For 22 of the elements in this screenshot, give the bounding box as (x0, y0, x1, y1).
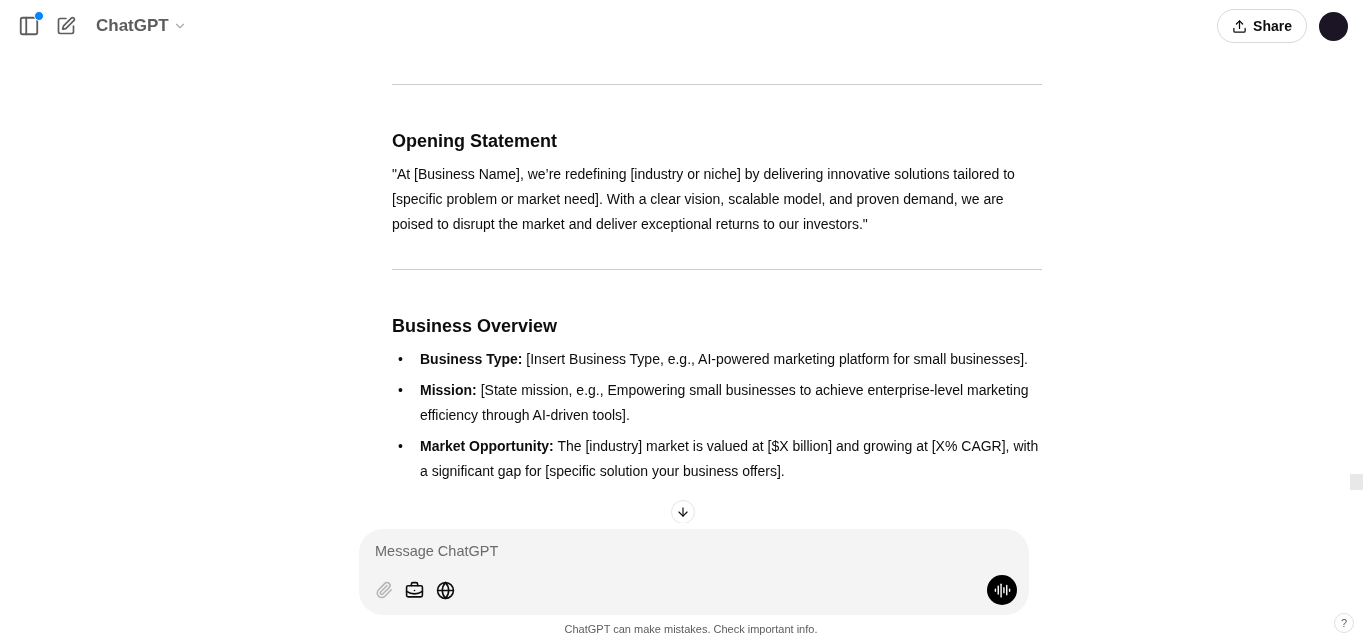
waveform-icon (993, 581, 1011, 599)
message-input[interactable]: Message ChatGPT (375, 543, 1017, 559)
bullet-text: Market Opportunity: The [industry] market is valued at [$X billion] and growing at [X% CAGR], with a significant gap for [specific solution your business offers]. (420, 437, 1040, 481)
share-button[interactable]: Share (1217, 9, 1307, 43)
voice-button[interactable] (987, 575, 1017, 605)
section-heading: Opening Statement (392, 131, 558, 152)
bullet-marker: • (397, 381, 404, 400)
scroll-down-button[interactable] (671, 500, 695, 523)
briefcase-icon[interactable] (405, 580, 424, 600)
disclaimer: ChatGPT can make mistakes. Check important info. (564, 623, 818, 635)
model-selector[interactable]: ChatGPT (92, 16, 191, 36)
paragraph: "At [Business Name], we’re redefining [industry or niche] by delivering innovative solutions tailored to [specific problem or market need]. With a clear vision, scalable model, and proven demand, we are poised to disrupt the market and deliver exceptional returns to our investors." (392, 165, 1016, 234)
upload-icon (1232, 18, 1248, 34)
globe-icon[interactable] (436, 580, 455, 600)
avatar[interactable] (1319, 11, 1348, 41)
bullet-marker: • (397, 437, 404, 456)
bullet-marker: • (397, 350, 404, 369)
help-button[interactable]: ? (1334, 613, 1354, 633)
bullet-text: Business Type: [Insert Business Type, e.g., AI-powered marketing platform for small businesses]. (420, 350, 1029, 369)
bullet-text: Mission: [State mission, e.g., Empowering small businesses to achieve enterprise-level marketing efficiency through AI-driven tools]. (420, 381, 1030, 425)
new-chat-icon[interactable] (56, 16, 76, 36)
section-heading: Business Overview (392, 316, 559, 337)
